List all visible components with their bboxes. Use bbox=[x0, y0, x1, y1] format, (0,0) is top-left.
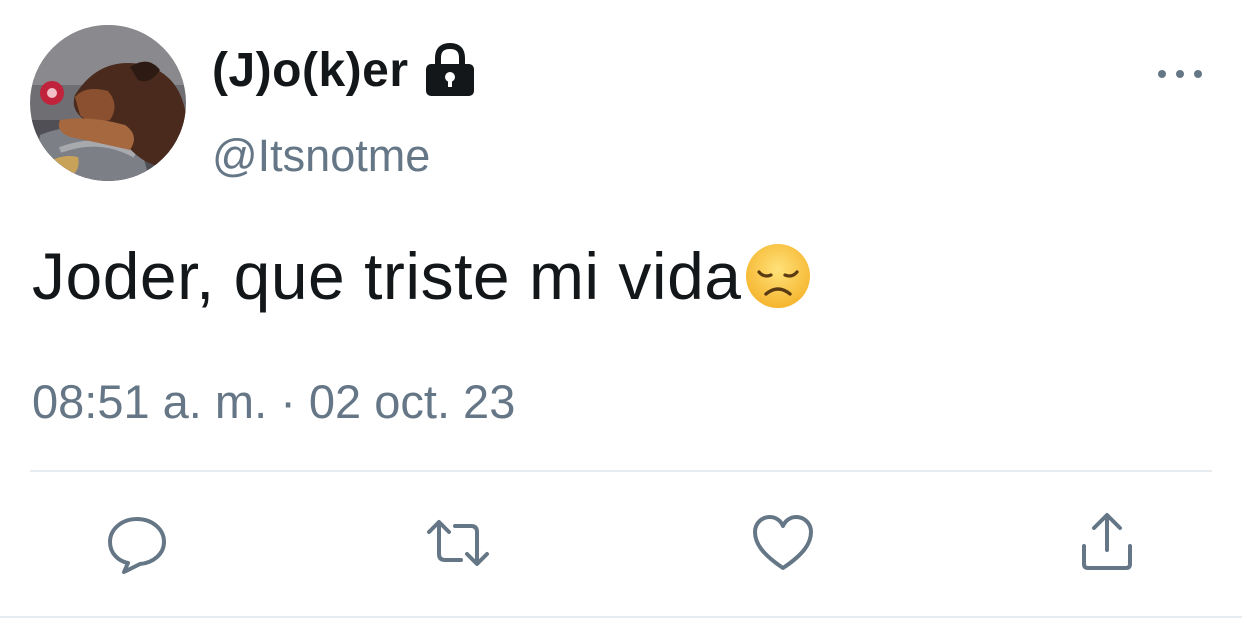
avatar[interactable] bbox=[30, 25, 186, 181]
display-name-row: (J)o(k)er bbox=[212, 42, 477, 98]
tweet-text-row: Joder, que triste mi vida bbox=[32, 238, 812, 314]
handle[interactable]: @Itsnotme bbox=[212, 130, 430, 182]
timestamp[interactable]: 08:51 a. m. · 02 oct. 23 bbox=[32, 374, 515, 429]
more-icon[interactable] bbox=[1158, 60, 1202, 88]
lock-icon bbox=[423, 42, 477, 98]
action-bar bbox=[0, 510, 1242, 580]
tweet-text: Joder, que triste mi vida bbox=[32, 239, 742, 313]
share-icon[interactable] bbox=[1074, 510, 1140, 576]
retweet-icon[interactable] bbox=[425, 510, 491, 576]
divider bbox=[30, 470, 1212, 472]
bottom-divider bbox=[0, 616, 1242, 618]
disappointed-face-icon bbox=[745, 244, 810, 308]
reply-icon[interactable] bbox=[104, 510, 170, 576]
heart-icon[interactable] bbox=[750, 510, 816, 576]
display-name[interactable]: (J)o(k)er bbox=[212, 43, 409, 98]
